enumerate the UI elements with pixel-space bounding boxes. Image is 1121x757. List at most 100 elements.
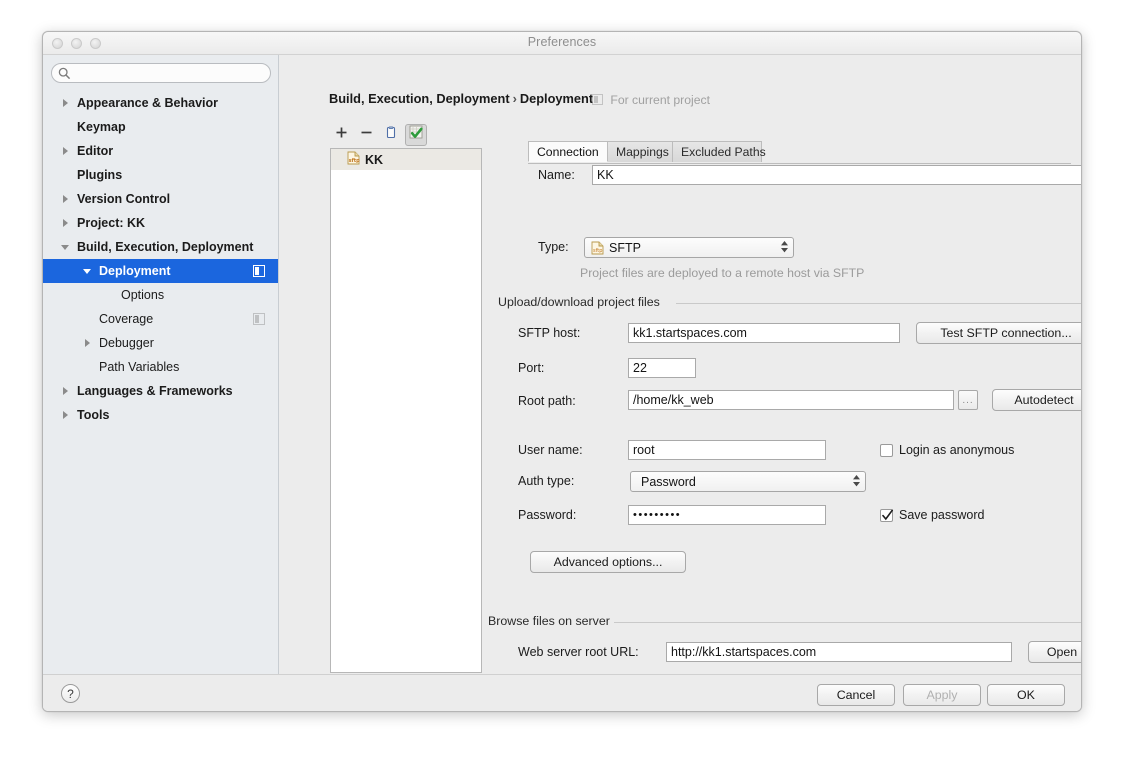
preferences-window: Preferences Appearance & Behavior Keymap… — [42, 31, 1082, 712]
sidebar-item-label: Version Control — [77, 192, 171, 206]
name-label: Name: — [538, 168, 575, 182]
chevron-right-icon[interactable] — [59, 145, 71, 157]
add-server-button[interactable] — [330, 124, 352, 146]
ok-button[interactable]: OK — [987, 684, 1065, 706]
port-input[interactable] — [628, 358, 696, 378]
chevron-right-icon[interactable] — [81, 337, 93, 349]
project-scope-icon — [253, 313, 265, 328]
copy-icon — [384, 125, 398, 145]
login-as-anonymous-checkbox[interactable] — [880, 443, 893, 457]
search-box[interactable] — [51, 63, 271, 84]
login-as-anonymous-row[interactable]: Login as anonymous — [880, 443, 1014, 457]
web-url-input[interactable] — [666, 642, 1012, 662]
tab-mappings[interactable]: Mappings — [607, 141, 673, 162]
svg-text:sftp: sftp — [593, 248, 602, 254]
username-label: User name: — [518, 443, 583, 457]
sidebar-item-coverage[interactable]: Coverage — [43, 307, 278, 331]
search-input[interactable] — [76, 64, 262, 84]
sidebar-item-languages-frameworks[interactable]: Languages & Frameworks — [43, 379, 278, 403]
copy-server-button[interactable] — [380, 124, 402, 146]
sidebar-item-label: Build, Execution, Deployment — [77, 240, 254, 254]
root-path-input[interactable] — [628, 390, 954, 410]
save-password-label: Save password — [899, 508, 985, 522]
server-list-toolbar — [330, 124, 427, 146]
login-as-anonymous-label: Login as anonymous — [899, 443, 1015, 457]
chevron-right-icon[interactable] — [59, 385, 71, 397]
sidebar-item-build-execution-deployment[interactable]: Build, Execution, Deployment — [43, 235, 278, 259]
server-list-item-label: KK — [365, 152, 384, 167]
chevron-down-icon[interactable] — [81, 265, 93, 277]
username-input[interactable] — [628, 440, 826, 460]
browse-group-title: Browse files on server — [488, 614, 616, 628]
divider — [614, 622, 1081, 623]
minus-icon — [360, 126, 373, 144]
breadcrumb-separator: › — [512, 91, 517, 106]
set-default-server-button[interactable] — [405, 124, 427, 146]
auth-type-combo[interactable]: Password — [630, 471, 866, 492]
window-title: Preferences — [527, 35, 597, 49]
breadcrumb-root[interactable]: Build, Execution, Deployment — [329, 91, 510, 106]
server-list[interactable]: sftp KK — [330, 148, 482, 673]
type-combo-value: SFTP — [609, 240, 641, 255]
open-url-button[interactable]: Open — [1028, 641, 1081, 663]
tab-excluded-paths[interactable]: Excluded Paths — [672, 141, 766, 162]
type-label-wrap: Type: — [538, 236, 569, 254]
type-combo[interactable]: sftp SFTP — [584, 237, 794, 258]
sidebar-item-debugger[interactable]: Debugger — [43, 331, 278, 355]
root-path-label: Root path: — [518, 394, 576, 408]
sidebar-item-label: Options — [121, 288, 165, 302]
sidebar-item-label: Editor — [77, 144, 114, 158]
sftp-host-input[interactable] — [628, 323, 900, 343]
name-input[interactable] — [592, 165, 1081, 185]
cancel-button[interactable]: Cancel — [817, 684, 895, 706]
sidebar-search — [51, 63, 271, 84]
svg-text:sftp: sftp — [349, 158, 360, 164]
apply-button[interactable]: Apply — [903, 684, 981, 706]
server-list-item[interactable]: sftp KK — [331, 149, 481, 170]
sidebar-item-deployment[interactable]: Deployment — [43, 259, 278, 283]
sidebar-item-label: Appearance & Behavior — [77, 96, 219, 110]
web-url-label: Web server root URL: — [518, 645, 639, 659]
window-titlebar: Preferences — [43, 32, 1081, 55]
chevron-right-icon[interactable] — [59, 97, 71, 109]
remove-server-button[interactable] — [355, 124, 377, 146]
chevron-right-icon[interactable] — [59, 409, 71, 421]
test-sftp-connection-button[interactable]: Test SFTP connection... — [916, 322, 1081, 344]
sidebar-item-label: Debugger — [99, 336, 154, 350]
divider — [676, 303, 1081, 304]
password-label: Password: — [518, 508, 577, 522]
save-password-checkbox[interactable] — [880, 508, 893, 522]
scope-note: For current project — [592, 93, 710, 107]
sidebar-item-tools[interactable]: Tools — [43, 403, 278, 427]
sidebar-item-options[interactable]: Options — [43, 283, 278, 307]
screen: Preferences Appearance & Behavior Keymap… — [0, 0, 1121, 757]
save-password-row[interactable]: Save password — [880, 508, 984, 522]
chevron-right-icon[interactable] — [59, 217, 71, 229]
type-label: Type: — [538, 240, 569, 254]
sidebar-item-keymap[interactable]: Keymap — [43, 115, 278, 139]
dialog-footer: ? Cancel Apply OK — [43, 674, 1081, 711]
help-button[interactable]: ? — [61, 684, 80, 703]
checkmark-icon — [409, 125, 424, 145]
type-hint: Project files are deployed to a remote h… — [580, 266, 865, 280]
chevron-right-icon[interactable] — [59, 193, 71, 205]
password-input[interactable]: ••••••••• — [628, 505, 826, 525]
sidebar-item-plugins[interactable]: Plugins — [43, 163, 278, 187]
auth-type-label: Auth type: — [518, 474, 575, 488]
sidebar-item-appearance-behavior[interactable]: Appearance & Behavior — [43, 91, 278, 115]
sidebar-item-project-kk[interactable]: Project: KK — [43, 211, 278, 235]
sidebar-item-label: Path Variables — [99, 360, 180, 374]
sidebar-item-label: Keymap — [77, 120, 126, 134]
upload-group-title: Upload/download project files — [498, 295, 666, 309]
sftp-file-icon: sftp — [591, 241, 604, 255]
sidebar-item-path-variables[interactable]: Path Variables — [43, 355, 278, 379]
chevron-down-icon[interactable] — [59, 241, 71, 253]
password-masked-value: ••••••••• — [633, 509, 682, 521]
advanced-options-button[interactable]: Advanced options... — [530, 551, 686, 573]
sidebar-item-editor[interactable]: Editor — [43, 139, 278, 163]
tab-connection[interactable]: Connection — [528, 141, 608, 162]
root-path-browse-button[interactable]: ... — [958, 390, 978, 410]
sidebar-item-version-control[interactable]: Version Control — [43, 187, 278, 211]
autodetect-button[interactable]: Autodetect — [992, 389, 1081, 411]
breadcrumb: Build, Execution, Deployment › Deployment — [329, 91, 593, 106]
